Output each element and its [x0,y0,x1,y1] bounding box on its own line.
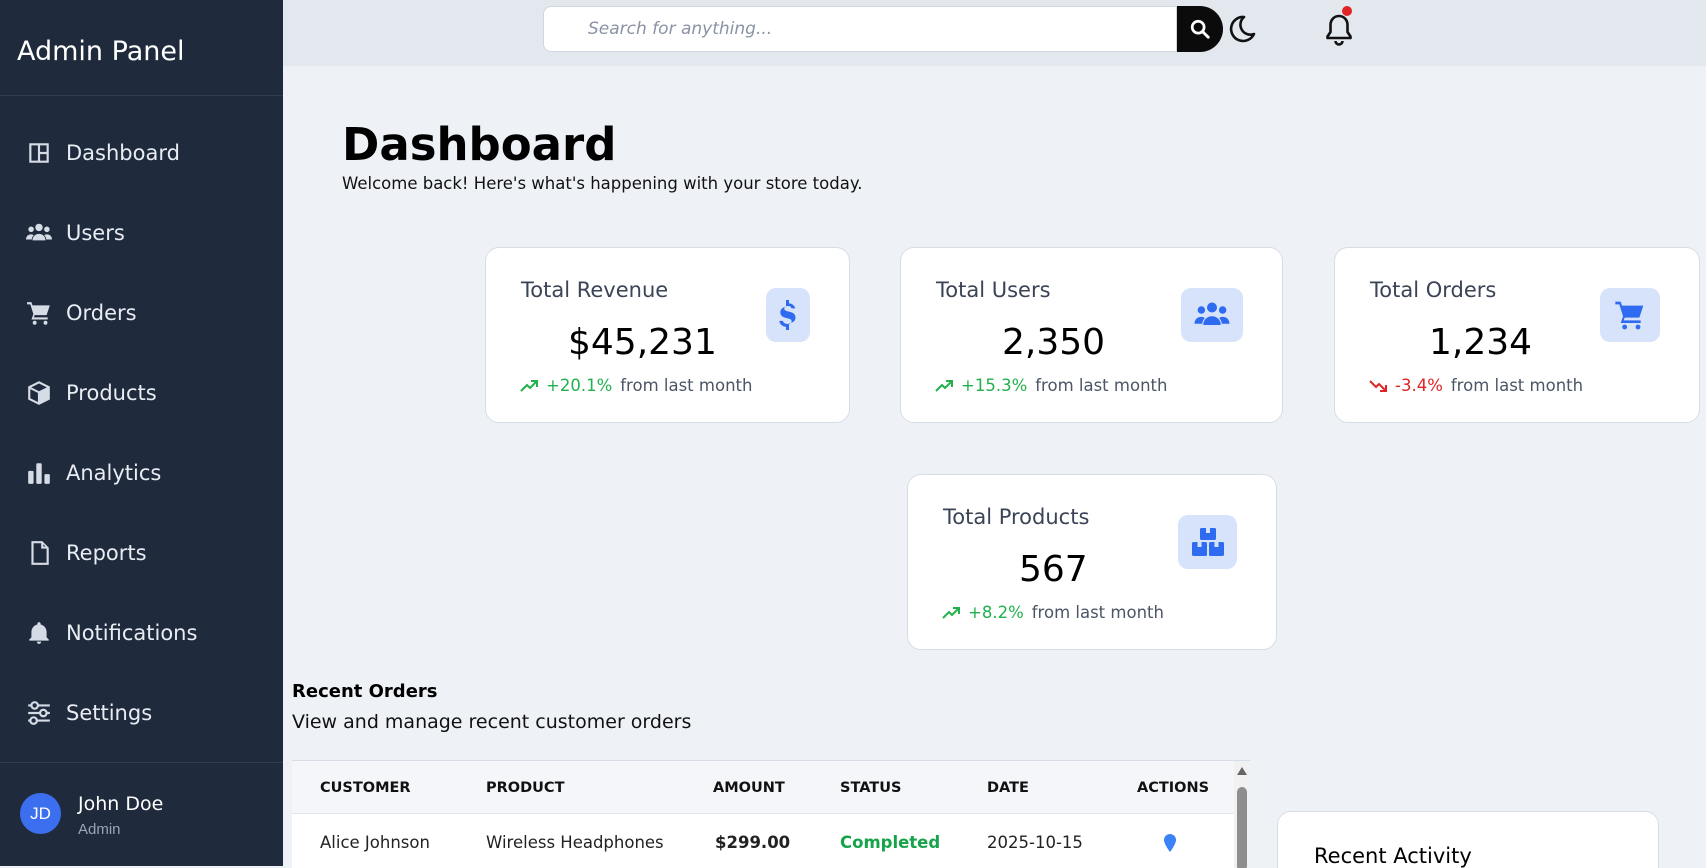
stat-title: Total Products [943,505,1090,529]
column-header: PRODUCT [486,780,565,796]
recent-orders-title: Recent Orders [292,681,438,702]
recent-activity-title: Recent Activity [1314,844,1472,868]
file-icon [31,541,49,565]
stat-change-value: +20.1% [546,376,613,395]
orders-table: CUSTOMER PRODUCT AMOUNT STATUS DATE ACTI… [292,760,1250,868]
sidebar-item-analytics[interactable]: Analytics [26,460,161,486]
stat-change-note: from last month [1450,376,1584,395]
avatar: JD [20,793,61,834]
sidebar-item-label: Reports [66,541,147,565]
stat-change: +8.2% from last month [942,603,1164,622]
table-header: CUSTOMER PRODUCT AMOUNT STATUS DATE ACTI… [292,761,1234,814]
stat-change: +15.3% from last month [935,376,1167,395]
bell-icon [29,622,49,644]
user-name: John Doe [78,793,164,815]
cart-icon [1615,301,1644,330]
trend-up-icon [935,379,953,392]
sidebar-item-notifications[interactable]: Notifications [26,620,197,646]
stat-value: 2,350 [1002,322,1106,363]
sliders-icon [28,701,50,725]
cell-amount: $299.00 [715,833,791,852]
stat-change-value: -3.4% [1395,376,1443,395]
sidebar-item-products[interactable]: Products [26,380,157,406]
search-icon [1190,19,1210,39]
scroll-up-arrow-icon[interactable] [1236,766,1248,776]
brand-title: Admin Panel [0,0,283,96]
map-pin-icon[interactable] [1163,833,1177,853]
search-box [543,6,1177,52]
sidebar-item-label: Settings [66,701,153,725]
stat-value: 567 [1019,549,1088,590]
dollar-icon [779,300,796,330]
notification-dot [1342,6,1352,16]
boxes-icon-badge [1178,515,1237,569]
dashboard-icon [29,143,49,163]
users-icon [1194,302,1230,325]
bar-chart-icon [28,463,50,484]
stat-change-note: from last month [1035,376,1168,395]
status-badge: Completed [840,833,941,852]
stat-card-users: Total Users 2,350 +15.3% from last month [900,247,1283,423]
stat-title: Total Users [936,278,1051,302]
column-header: STATUS [840,780,902,796]
stat-title: Total Revenue [521,278,669,302]
sidebar-item-label: Notifications [66,621,198,645]
trend-down-icon [1369,379,1387,392]
stat-value: $45,231 [568,322,717,363]
users-icon [26,223,52,241]
stat-value: 1,234 [1429,322,1533,363]
stat-card-orders: Total Orders 1,234 -3.4% from last month [1334,247,1700,423]
sidebar-item-users[interactable]: Users [26,220,125,246]
users-icon-badge [1181,288,1243,342]
sidebar: Admin Panel Dashboard Users Orders Produ… [0,0,283,866]
stat-change-note: from last month [1031,603,1164,622]
cell-date: 2025-10-15 [987,833,1083,852]
sidebar-item-label: Products [66,381,157,405]
sidebar-item-settings[interactable]: Settings [26,700,152,726]
recent-activity-card: Recent Activity [1277,811,1659,868]
cell-product: Wireless Headphones [486,833,664,852]
sidebar-item-dashboard[interactable]: Dashboard [26,140,180,166]
user-profile[interactable]: JD John Doe Admin [0,762,283,868]
stat-card-products: Total Products 567 +8.2% from last month [907,474,1277,650]
notification-bell-icon[interactable] [1323,12,1355,46]
page-subtitle: Welcome back! Here's what's happening wi… [342,174,863,193]
boxes-icon [1191,528,1224,556]
cart-icon-badge [1600,288,1660,342]
stat-change-value: +8.2% [968,603,1024,622]
sidebar-item-label: Users [66,221,125,245]
dollar-icon-badge [766,288,810,342]
cart-icon [27,302,50,325]
moon-icon[interactable] [1227,14,1257,44]
stat-change: -3.4% from last month [1369,376,1583,395]
column-header: DATE [987,780,1029,796]
trend-up-icon [520,379,538,392]
topbar [283,0,1706,66]
page-title: Dashboard [342,118,617,171]
stat-card-revenue: Total Revenue $45,231 +20.1% from last m… [485,247,850,423]
stat-title: Total Orders [1370,278,1497,302]
search-button[interactable] [1177,6,1223,52]
scrollbar-thumb[interactable] [1237,787,1247,868]
stat-change-value: +15.3% [961,376,1028,395]
column-header: CUSTOMER [320,780,411,796]
sidebar-item-label: Analytics [66,461,162,485]
sidebar-item-reports[interactable]: Reports [26,540,147,566]
stat-change-note: from last month [620,376,753,395]
search-input[interactable] [544,7,1176,51]
user-role: Admin [78,821,121,838]
sidebar-item-label: Orders [66,301,137,325]
box-icon [28,381,50,405]
sidebar-item-label: Dashboard [66,141,180,165]
column-header: ACTIONS [1137,780,1210,796]
cell-customer: Alice Johnson [320,833,430,852]
recent-orders-subtitle: View and manage recent customer orders [292,711,692,733]
trend-up-icon [942,606,960,619]
stat-change: +20.1% from last month [520,376,752,395]
column-header: AMOUNT [713,780,785,796]
sidebar-item-orders[interactable]: Orders [26,300,137,326]
